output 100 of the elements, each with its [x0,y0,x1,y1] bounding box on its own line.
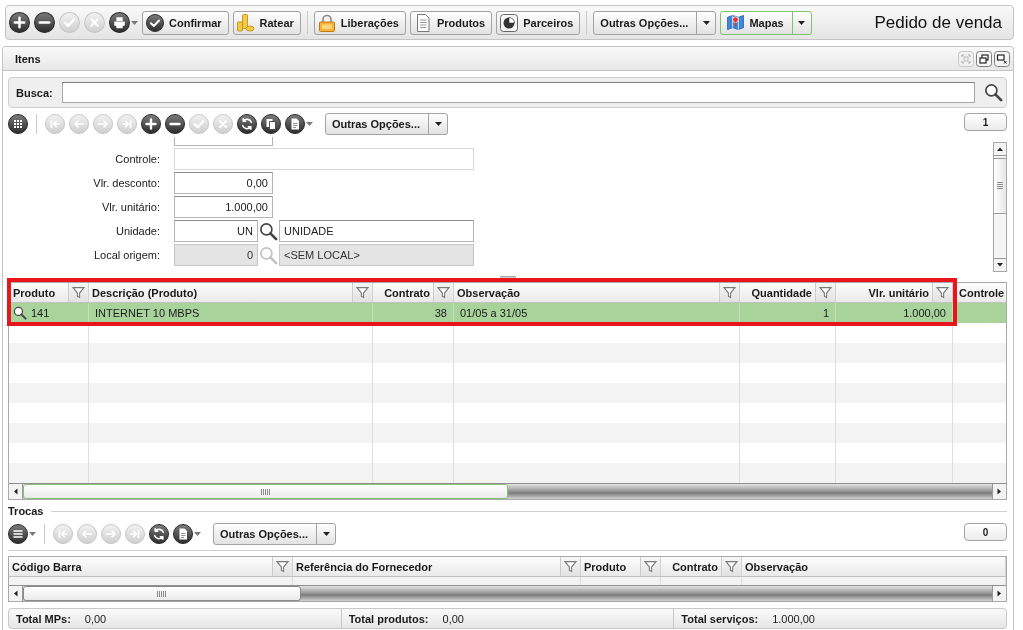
total-value: 0,00 [442,612,464,625]
total-label: Total produtos: [348,612,429,625]
column-header[interactable]: Código Barra [9,560,272,573]
filter-icon[interactable] [276,560,289,573]
plus-icon[interactable] [141,114,161,134]
input-field[interactable]: 1.000,00 [174,196,273,218]
table-cell: 01/05 a 31/05 [460,307,528,319]
total-value: 0,00 [84,612,107,625]
minus-icon[interactable] [165,114,185,134]
coins-icon [236,13,255,32]
filter-icon[interactable] [564,560,577,573]
options-menu-button[interactable]: Outras Opções... [213,523,337,545]
input-field[interactable]: UNIDADE [279,220,474,242]
list-icon[interactable] [8,524,28,544]
column-header[interactable]: Observação [742,560,1005,573]
caret-icon[interactable] [702,20,710,25]
table-cell: 38 [434,307,447,319]
column-header[interactable]: Controle [953,286,1006,299]
input-field[interactable]: UN [174,220,258,242]
input-field[interactable] [174,137,273,146]
input-field[interactable]: 0,00 [174,172,273,194]
filter-icon[interactable] [356,286,369,299]
document-icon[interactable] [285,114,305,134]
options-menu-button[interactable]: Outras Opções... [325,113,449,135]
grip-icon [157,590,167,597]
minus-icon[interactable] [34,12,55,33]
printer-icon[interactable] [109,12,130,33]
triangle-right-icon[interactable] [992,586,1006,601]
plus-icon[interactable] [9,12,30,33]
table-cell: INTERNET 10 MBPS [95,307,200,319]
options-menu-button[interactable]: Outras Opções... [593,10,717,35]
column-header[interactable]: Vlr. unitário [836,286,932,299]
confirm-button[interactable]: Confirmar [142,10,229,35]
total-value: 1.000,00 [772,612,815,625]
scrollbar-thumb[interactable] [23,586,301,601]
column-header[interactable]: Observação [454,286,719,299]
apportion-button[interactable]: Ratear [232,10,301,35]
filter-icon[interactable] [725,560,738,573]
search-field[interactable] [61,82,975,103]
search-icon[interactable] [984,83,1003,102]
column-header[interactable]: Descrição (Produto) [89,286,352,299]
copy-icon[interactable] [261,114,281,134]
check-icon [146,13,164,32]
triangle-right-icon[interactable] [992,484,1006,499]
column-header[interactable]: Produto [9,286,68,299]
total-label: Total MPs: [16,612,71,625]
column-header[interactable]: Contrato [373,286,433,299]
pie-chart-icon [500,13,519,32]
record-count: 1 [964,113,1007,131]
column-header[interactable]: Quantidade [740,286,815,299]
partners-button[interactable]: Parceiros [496,10,581,35]
restore-icon[interactable] [976,50,992,67]
table-cell: 1.000,00 [903,307,946,319]
table-cell: 141 [31,307,50,319]
total-label: Total serviços: [681,612,759,625]
releases-button[interactable]: Liberações [313,10,406,35]
field-label: Controle: [114,153,160,165]
table-cell: 1 [822,307,829,319]
triangle-left-icon[interactable] [9,586,23,601]
caret-icon[interactable] [434,122,442,126]
column-header[interactable]: Produto [581,560,640,573]
filter-icon[interactable] [437,286,450,299]
filter-icon[interactable] [819,286,832,299]
grip-icon [260,488,271,495]
record-count: 0 [964,523,1007,541]
products-button[interactable]: Produtos [409,10,493,35]
scrollbar-thumb[interactable] [994,158,1006,214]
grid-icon[interactable] [8,114,28,134]
filter-icon[interactable] [72,286,85,299]
vertical-scrollbar[interactable] [993,142,1007,272]
table-row[interactable]: 141 INTERNET 10 MBPS 38 01/05 a 31/05 1 1.000,00 [9,303,1006,323]
padlock-icon [317,13,336,32]
refresh-icon[interactable] [237,114,257,134]
caret-icon[interactable] [798,20,806,25]
map-icon [727,14,745,31]
scrollbar-thumb[interactable] [23,484,508,499]
field-label: Vlr. desconto: [92,177,160,189]
column-header[interactable]: Contrato [661,560,721,573]
filter-icon[interactable] [723,286,736,299]
section-title: Trocas [8,505,44,517]
search-icon[interactable] [13,306,27,320]
grip-icon [997,182,1003,190]
field-label: Local origem: [92,249,160,261]
maps-menu-button[interactable]: Mapas [720,10,812,35]
filter-icon[interactable] [936,286,949,299]
horizontal-scrollbar[interactable] [9,483,1006,499]
column-header[interactable]: Referência do Fornecedor [293,560,560,573]
input-field[interactable] [174,148,474,170]
horizontal-scrollbar[interactable] [9,585,1006,601]
splitter-handle[interactable] [499,275,516,279]
detach-icon[interactable] [994,50,1010,67]
caret-icon[interactable] [322,532,330,536]
triangle-left-icon[interactable] [9,484,23,499]
refresh-icon[interactable] [149,524,169,544]
field-label: Vlr. unitário: [100,201,160,213]
page-title: Pedido de venda [874,12,1003,33]
search-icon[interactable] [259,221,278,241]
filter-icon[interactable] [644,560,657,573]
document-icon[interactable] [173,524,193,544]
field-label: Unidade: [114,225,160,237]
